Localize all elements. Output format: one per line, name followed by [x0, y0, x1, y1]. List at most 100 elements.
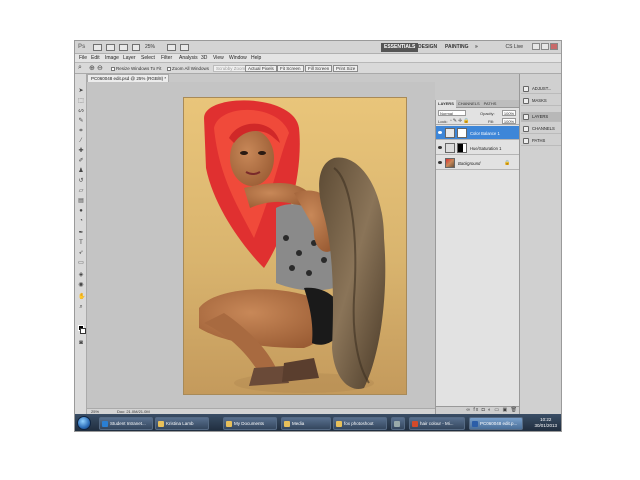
tab-paths[interactable]: PATHS [482, 100, 499, 108]
layer-name: Color Balance 1 [470, 131, 500, 136]
quick-select-tool-icon[interactable]: ✎ [78, 118, 84, 124]
workspace-design[interactable]: DESIGN [415, 43, 440, 52]
3d-camera-tool-icon[interactable]: ◉ [78, 282, 84, 288]
arrange-documents-icon[interactable] [167, 44, 176, 51]
minimize-button[interactable] [532, 43, 540, 50]
cs-live-button[interactable]: CS Live [505, 44, 523, 50]
zoom-tool-icon[interactable]: ⌕ [78, 304, 84, 310]
shape-tool-icon[interactable]: ▭ [78, 260, 84, 266]
history-brush-tool-icon[interactable]: ↺ [78, 178, 84, 184]
fill-screen-button[interactable]: Fill Screen [305, 65, 333, 72]
dock-layers[interactable]: LAYERS [521, 112, 561, 122]
type-tool-icon[interactable]: T [78, 240, 84, 246]
brush-tool-icon[interactable]: ✐ [78, 158, 84, 164]
maximize-button[interactable] [541, 43, 549, 50]
menu-3d[interactable]: 3D [201, 55, 207, 61]
document-image[interactable] [183, 97, 407, 395]
zoom-out-icon[interactable]: ⊖ [97, 64, 103, 72]
more-workspaces-button[interactable]: » [472, 43, 481, 52]
quick-mask-icon[interactable]: ◙ [78, 340, 84, 346]
path-selection-tool-icon[interactable]: ➶ [78, 250, 84, 256]
view-extras-icon[interactable] [119, 44, 128, 51]
close-button[interactable] [550, 43, 558, 50]
layer-mask-thumbnail[interactable] [457, 143, 467, 153]
eraser-tool-icon[interactable]: ▱ [78, 188, 84, 194]
document-tab[interactable]: PC060048 edit.psd @ 25% (RGB/8) * [87, 74, 169, 82]
lock-icons[interactable]: ▫✎✛🔒 [450, 118, 470, 124]
bridge-icon[interactable] [93, 44, 102, 51]
menu-help[interactable]: Help [251, 55, 261, 61]
layer-mask-thumbnail[interactable] [457, 128, 467, 138]
document-tab-title: PC060048 edit.psd @ 25% (RGB/8) * [91, 76, 167, 81]
taskbar-item-intranet[interactable]: Student Intranet... [99, 417, 153, 430]
3d-rotate-tool-icon[interactable]: ◈ [78, 272, 84, 278]
visibility-eye-icon[interactable] [438, 146, 442, 149]
marquee-tool-icon[interactable]: ⬚ [78, 98, 84, 104]
zoom-all-windows-checkbox[interactable]: Zoom All Windows [167, 66, 209, 71]
pen-tool-icon[interactable]: ✒ [78, 230, 84, 236]
zoom-in-icon[interactable]: ⊕ [89, 64, 95, 72]
start-button[interactable] [77, 416, 91, 430]
taskbar-item-media[interactable]: Media [281, 417, 331, 430]
menu-window[interactable]: Window [229, 55, 247, 61]
paths-icon [523, 138, 529, 144]
taskbar-item-photoshop[interactable]: PC060048 edit.p... [469, 417, 523, 430]
taskbar-item-hair-colour[interactable]: hair colour - Mi... [409, 417, 465, 430]
actual-pixels-button[interactable]: Actual Pixels [245, 65, 277, 72]
resize-windows-checkbox[interactable]: Resize Windows To Fit [111, 66, 161, 71]
layer-color-balance[interactable]: Color Balance 1 [436, 126, 520, 140]
dock-adjustments[interactable]: ADJUST... [521, 84, 561, 94]
background-color-swatch[interactable] [80, 328, 86, 334]
adjustment-thumbnail [445, 128, 455, 138]
healing-brush-tool-icon[interactable]: ✚ [78, 148, 84, 154]
scrubby-zoom-checkbox[interactable]: Scrubby Zoom [213, 65, 249, 72]
hand-tool-icon[interactable]: ✋ [78, 294, 85, 300]
dock-channels[interactable]: CHANNELS [521, 124, 561, 134]
channels-icon [523, 126, 529, 132]
menu-edit[interactable]: Edit [91, 55, 100, 61]
taskbar-item-media-player[interactable] [391, 417, 405, 430]
dock-paths[interactable]: PATHS [521, 136, 561, 146]
workspace-painting[interactable]: PAINTING [442, 43, 472, 52]
blend-mode-select[interactable]: Normal [438, 110, 466, 116]
menu-view[interactable]: View [213, 55, 224, 61]
clone-stamp-tool-icon[interactable]: ♟ [78, 168, 84, 174]
menu-image[interactable]: Image [105, 55, 119, 61]
dodge-tool-icon[interactable]: ◔ [78, 218, 84, 224]
system-clock[interactable]: 10:22 30/01/2013 [534, 417, 557, 429]
eyedropper-tool-icon[interactable]: ⁄ [78, 138, 84, 144]
workspace-essentials[interactable]: ESSENTIALS [381, 43, 419, 52]
lock-icon: 🔒 [504, 160, 511, 166]
opacity-input[interactable]: 100% [502, 110, 516, 116]
mini-bridge-icon[interactable] [106, 44, 115, 51]
menu-filter[interactable]: Filter [161, 55, 172, 61]
taskbar-item-fox-photoshoot[interactable]: fox photoshoot [333, 417, 387, 430]
visibility-eye-icon[interactable] [438, 131, 442, 134]
crop-tool-icon[interactable]: ⌗ [78, 128, 84, 134]
taskbar-item-my-documents[interactable]: My Documents [223, 417, 277, 430]
menu-select[interactable]: Select [141, 55, 155, 61]
menu-analysis[interactable]: Analysis [179, 55, 198, 61]
panel-dock: ADJUST... MASKS LAYERS CHANNELS PATHS [519, 74, 561, 414]
move-tool-icon[interactable]: ➤ [78, 88, 84, 94]
taskbar-item-kristina-lamb[interactable]: Kristina Lamb [155, 417, 209, 430]
screen-mode-icon[interactable] [180, 44, 189, 51]
blur-tool-icon[interactable]: ● [78, 208, 84, 214]
canvas-area[interactable] [87, 82, 435, 408]
zoom-level[interactable]: 25% [145, 44, 155, 50]
print-size-button[interactable]: Print Size [333, 65, 359, 72]
tab-layers[interactable]: LAYERS [436, 100, 456, 108]
layer-hue-saturation[interactable]: Hue/Saturation 1 [436, 141, 520, 155]
layers-footer-icons[interactable]: ∞ fx ◘ ◐ ▭ ▣ 🗑 [466, 407, 518, 413]
dock-masks[interactable]: MASKS [521, 96, 561, 106]
layer-background[interactable]: Background 🔒 [436, 156, 520, 170]
visibility-eye-icon[interactable] [438, 161, 442, 164]
fit-screen-button[interactable]: Fit Screen [277, 65, 304, 72]
menu-layer[interactable]: Layer [123, 55, 136, 61]
menu-file[interactable]: File [79, 55, 87, 61]
lasso-tool-icon[interactable]: ᔕ [78, 108, 84, 114]
gradient-tool-icon[interactable]: ▤ [78, 198, 84, 204]
fill-input[interactable]: 100% [502, 118, 516, 124]
tab-channels[interactable]: CHANNELS [456, 100, 482, 108]
grid-icon[interactable] [132, 44, 140, 51]
